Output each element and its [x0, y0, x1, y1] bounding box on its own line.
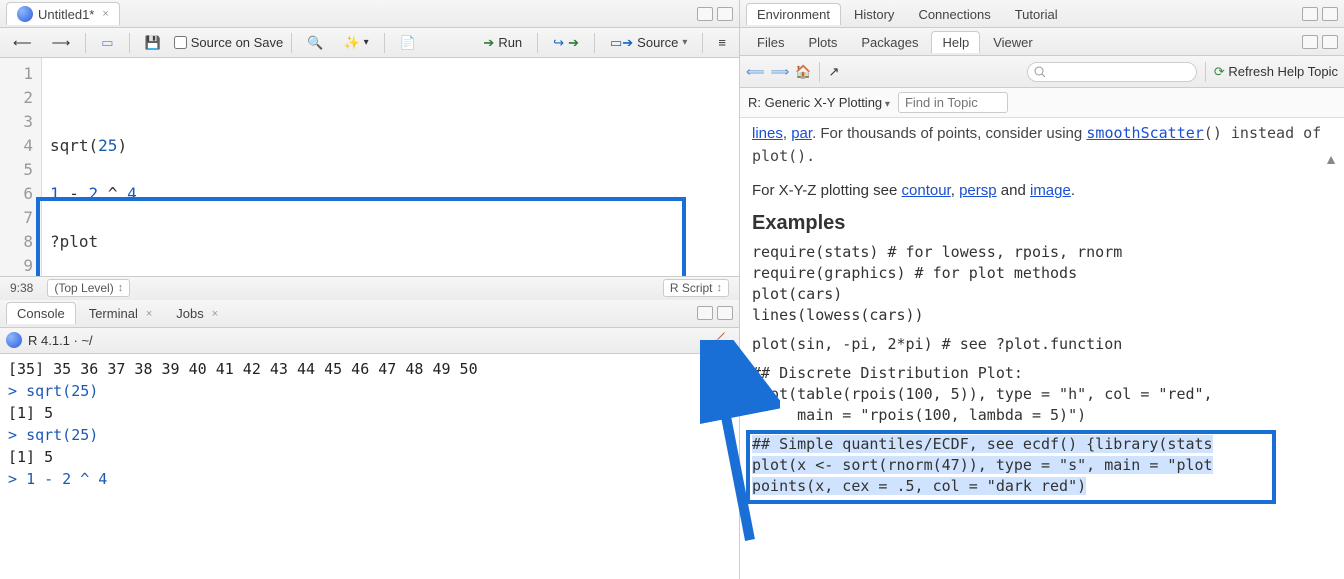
- maximize-button[interactable]: [717, 306, 733, 320]
- separator: [85, 33, 86, 53]
- source-tab[interactable]: Untitled1* ×: [6, 2, 120, 25]
- help-topic-dropdown[interactable]: R: Generic X-Y Plotting: [748, 95, 890, 110]
- minimize-button[interactable]: [1302, 35, 1318, 49]
- link-smoothscatter[interactable]: smoothScatter: [1086, 125, 1203, 142]
- source-editor[interactable]: 123456789 sqrt(25) 1 - 2 ^ 4 ?plot ## Si…: [0, 58, 739, 276]
- separator: [702, 33, 703, 53]
- maximize-button[interactable]: [717, 7, 733, 21]
- back-button[interactable]: ⟵: [6, 32, 39, 54]
- example-block-3[interactable]: ## Discrete Distribution Plot: plot(tabl…: [752, 363, 1332, 426]
- clear-console-button[interactable]: 🧹: [703, 329, 733, 351]
- forward-button[interactable]: ⟶: [45, 32, 78, 54]
- help-toolbar: ⟸ ⟹ 🏠 ↗ ⟳ Refresh Help Topic: [740, 56, 1344, 88]
- close-icon[interactable]: ×: [146, 308, 152, 320]
- annotation-box: [36, 197, 686, 276]
- code-body[interactable]: sqrt(25) 1 - 2 ^ 4 ?plot ## Simple quant…: [42, 58, 578, 276]
- scroll-up-icon[interactable]: ▲: [1324, 148, 1338, 170]
- help-tabstrip: Files Plots Packages Help Viewer: [740, 28, 1344, 56]
- outline-button[interactable]: ≡: [711, 32, 733, 53]
- source-button[interactable]: ▭➔ Source: [603, 32, 694, 54]
- tutorial-tab[interactable]: Tutorial: [1004, 3, 1069, 25]
- source-on-save-checkbox[interactable]: Source on Save: [174, 35, 284, 50]
- separator: [384, 33, 385, 53]
- help-forward-button[interactable]: ⟹: [771, 64, 790, 80]
- close-icon[interactable]: ×: [102, 8, 108, 20]
- refresh-label: Refresh Help Topic: [1228, 64, 1338, 79]
- close-icon[interactable]: ×: [212, 308, 218, 320]
- save-button[interactable]: 💾: [138, 32, 168, 54]
- source-statusbar: 9:38 (Top Level) R Script: [0, 276, 739, 300]
- environment-tab[interactable]: Environment: [746, 3, 841, 25]
- help-popout-button[interactable]: ↗: [828, 64, 839, 80]
- separator: [819, 62, 820, 82]
- source-on-save-input[interactable]: [174, 36, 187, 49]
- help-text-xyz: For X-Y-Z plotting see contour, persp an…: [752, 180, 1332, 202]
- help-back-button[interactable]: ⟸: [746, 64, 765, 80]
- help-home-button[interactable]: 🏠: [795, 64, 811, 80]
- minimize-button[interactable]: [697, 306, 713, 320]
- history-tab[interactable]: History: [843, 3, 905, 25]
- wand-button[interactable]: ✨▾: [336, 32, 375, 54]
- link-image[interactable]: image: [1030, 182, 1071, 199]
- compile-report-button[interactable]: 📄: [393, 32, 423, 54]
- run-label: Run: [498, 35, 522, 50]
- help-text-fragment: lines, par. For thousands of points, con…: [752, 122, 1332, 168]
- find-button[interactable]: 🔍: [300, 32, 330, 54]
- scroll-up-icon[interactable]: ▲: [725, 360, 733, 382]
- console-output[interactable]: ▲ [35] 35 36 37 38 39 40 41 42 43 44 45 …: [0, 354, 739, 579]
- terminal-tab[interactable]: Terminal×: [78, 302, 164, 324]
- help-topic-header: R: Generic X-Y Plotting: [740, 88, 1344, 118]
- connections-tab[interactable]: Connections: [907, 3, 1001, 25]
- separator: [1205, 62, 1206, 82]
- run-button[interactable]: ➔Run: [476, 32, 529, 54]
- separator: [537, 33, 538, 53]
- filetype-dropdown[interactable]: R Script: [663, 279, 729, 297]
- separator: [594, 33, 595, 53]
- minimize-button[interactable]: [697, 7, 713, 21]
- link-persp[interactable]: persp: [959, 182, 997, 199]
- env-tabstrip: Environment History Connections Tutorial: [740, 0, 1344, 28]
- console-header: R 4.1.1 · ~/ 🧹: [0, 328, 739, 354]
- separator: [291, 33, 292, 53]
- r-file-icon: [17, 6, 33, 22]
- plots-tab[interactable]: Plots: [797, 31, 848, 53]
- console-tab[interactable]: Console: [6, 302, 76, 324]
- rerun-button[interactable]: ↪➔: [546, 32, 586, 54]
- help-search-input[interactable]: [1027, 62, 1197, 82]
- source-toolbar: ⟵ ⟶ ▭ 💾 Source on Save 🔍 ✨▾ 📄 ➔Run ↪➔ ▭➔…: [0, 28, 739, 58]
- jobs-tab[interactable]: Jobs×: [165, 302, 229, 324]
- viewer-tab[interactable]: Viewer: [982, 31, 1044, 53]
- packages-tab[interactable]: Packages: [850, 31, 929, 53]
- minimize-button[interactable]: [1302, 7, 1318, 21]
- files-tab[interactable]: Files: [746, 31, 795, 53]
- console-tabstrip: Console Terminal× Jobs×: [0, 300, 739, 328]
- r-version-label: R 4.1.1 · ~/: [28, 333, 93, 348]
- source-label: Source: [637, 35, 678, 50]
- maximize-button[interactable]: [1322, 7, 1338, 21]
- find-in-topic-input[interactable]: [898, 92, 1008, 113]
- source-tab-title: Untitled1*: [38, 7, 94, 22]
- source-on-save-label: Source on Save: [191, 35, 284, 50]
- link-par[interactable]: par: [791, 125, 812, 142]
- example-block-1[interactable]: require(stats) # for lowess, rpois, rnor…: [752, 242, 1332, 326]
- link-lines[interactable]: lines: [752, 125, 783, 142]
- examples-heading: Examples: [752, 212, 1332, 234]
- link-contour[interactable]: contour: [902, 182, 951, 199]
- separator: [129, 33, 130, 53]
- annotation-box: [746, 430, 1276, 504]
- help-content[interactable]: lines, par. For thousands of points, con…: [740, 118, 1344, 579]
- cursor-position: 9:38: [10, 281, 33, 295]
- source-tabstrip: Untitled1* ×: [0, 0, 739, 28]
- scope-dropdown[interactable]: (Top Level): [47, 279, 130, 297]
- refresh-help-button[interactable]: ⟳ Refresh Help Topic: [1214, 64, 1338, 80]
- show-in-new-window-button[interactable]: ▭: [94, 32, 120, 54]
- r-icon: [6, 332, 22, 348]
- help-tab[interactable]: Help: [931, 31, 980, 53]
- maximize-button[interactable]: [1322, 35, 1338, 49]
- example-block-2[interactable]: plot(sin, -pi, 2*pi) # see ?plot.functio…: [752, 334, 1332, 355]
